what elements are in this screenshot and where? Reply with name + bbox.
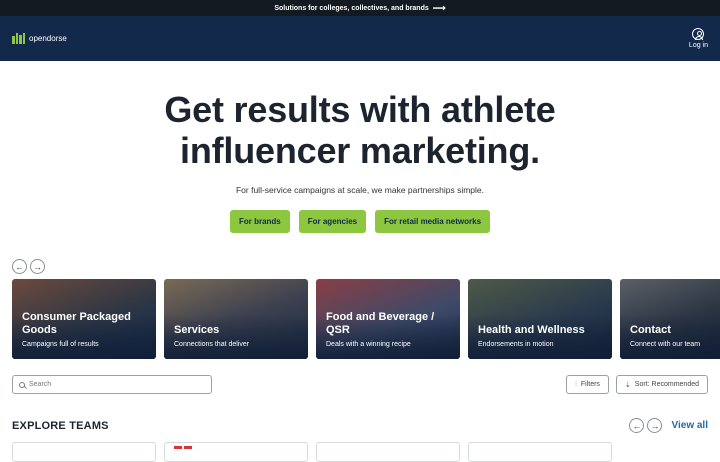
headline-line-2: influencer marketing.: [180, 130, 540, 171]
logo-text: opendorse: [29, 34, 67, 43]
card-subtitle: Deals with a winning recipe: [326, 341, 411, 348]
team-logo-icon: [174, 446, 182, 449]
explore-teams-header: EXPLORE TEAMS ← → View all: [12, 418, 708, 433]
carousel-controls: ← →: [12, 259, 720, 274]
explore-controls: ← → View all: [629, 418, 708, 433]
arrow-right-icon: ⟶: [432, 2, 446, 13]
sliders-icon: ⫶: [575, 380, 577, 388]
card-consumer-packaged-goods[interactable]: Consumer Packaged Goods Campaigns full o…: [12, 279, 156, 359]
user-icon: [692, 28, 705, 40]
search-toolbar: Search ⫶ Filters ⇣ Sort: Recommended: [12, 375, 708, 394]
team-card[interactable]: [468, 442, 612, 462]
hero-headline: Get results with athlete influencer mark…: [0, 89, 720, 171]
card-services[interactable]: Services Connections that deliver: [164, 279, 308, 359]
search-icon: [19, 381, 25, 388]
main-nav: opendorse Log in: [0, 16, 720, 61]
sort-label: Sort: Recommended: [634, 381, 699, 388]
team-logo-icon: [184, 446, 192, 449]
carousel-prev-button[interactable]: ←: [12, 259, 27, 274]
for-retail-media-button[interactable]: For retail media networks: [375, 210, 491, 233]
card-health-and-wellness[interactable]: Health and Wellness Endorsements in moti…: [468, 279, 612, 359]
card-subtitle: Connections that deliver: [174, 341, 250, 348]
card-subtitle: Campaigns full of results: [22, 341, 99, 348]
opendorse-logo[interactable]: opendorse: [12, 33, 67, 44]
for-brands-button[interactable]: For brands: [229, 210, 290, 233]
teams-next-button[interactable]: →: [647, 418, 663, 433]
card-title: Health and Wellness: [478, 324, 585, 336]
team-card[interactable]: [12, 442, 156, 462]
card-subtitle: Endorsements in motion: [478, 341, 554, 348]
search-placeholder: Search: [29, 381, 52, 388]
filters-button[interactable]: ⫶ Filters: [566, 375, 609, 394]
section-heading: EXPLORE TEAMS: [12, 419, 109, 432]
carousel-next-button[interactable]: →: [30, 259, 45, 274]
industry-carousel: Consumer Packaged Goods Campaigns full o…: [12, 279, 720, 359]
search-input[interactable]: Search: [12, 375, 212, 394]
card-subtitle: Connect with our team: [630, 341, 701, 348]
team-card[interactable]: [316, 442, 460, 462]
hero-section: Get results with athlete influencer mark…: [0, 61, 720, 233]
announcement-bar[interactable]: Solutions for colleges, collectives, and…: [0, 0, 720, 16]
for-agencies-button[interactable]: For agencies: [298, 210, 367, 233]
login-label: Log in: [688, 42, 708, 49]
filters-label: Filters: [580, 381, 600, 388]
card-title: Food and Beverage / QSR: [326, 311, 435, 336]
team-card[interactable]: [164, 442, 308, 462]
sort-dropdown[interactable]: ⇣ Sort: Recommended: [615, 375, 708, 394]
cta-group: For brands For agencies For retail media…: [0, 210, 720, 233]
logo-mark-icon: [12, 33, 25, 44]
announcement-text[interactable]: Solutions for colleges, collectives, and…: [274, 5, 428, 12]
teams-prev-button[interactable]: ←: [629, 418, 645, 433]
arrow-right-icon: →: [33, 261, 42, 272]
card-title: Consumer Packaged Goods: [22, 311, 131, 336]
card-contact[interactable]: Contact Connect with our team: [620, 279, 720, 359]
arrow-left-icon: ←: [632, 420, 642, 431]
hero-subtitle: For full-service campaigns at scale, we …: [235, 185, 484, 195]
card-food-and-beverage[interactable]: Food and Beverage / QSR Deals with a win…: [316, 279, 460, 359]
arrow-left-icon: ←: [15, 261, 24, 272]
teams-row: [12, 442, 612, 462]
arrow-right-icon: →: [650, 420, 660, 431]
card-title: Contact: [630, 324, 671, 336]
sort-icon: ⇣: [624, 381, 631, 389]
login-button[interactable]: Log in: [689, 28, 708, 49]
view-all-link[interactable]: View all: [671, 420, 708, 431]
headline-line-1: Get results with athlete: [164, 89, 556, 130]
card-title: Services: [174, 324, 220, 336]
